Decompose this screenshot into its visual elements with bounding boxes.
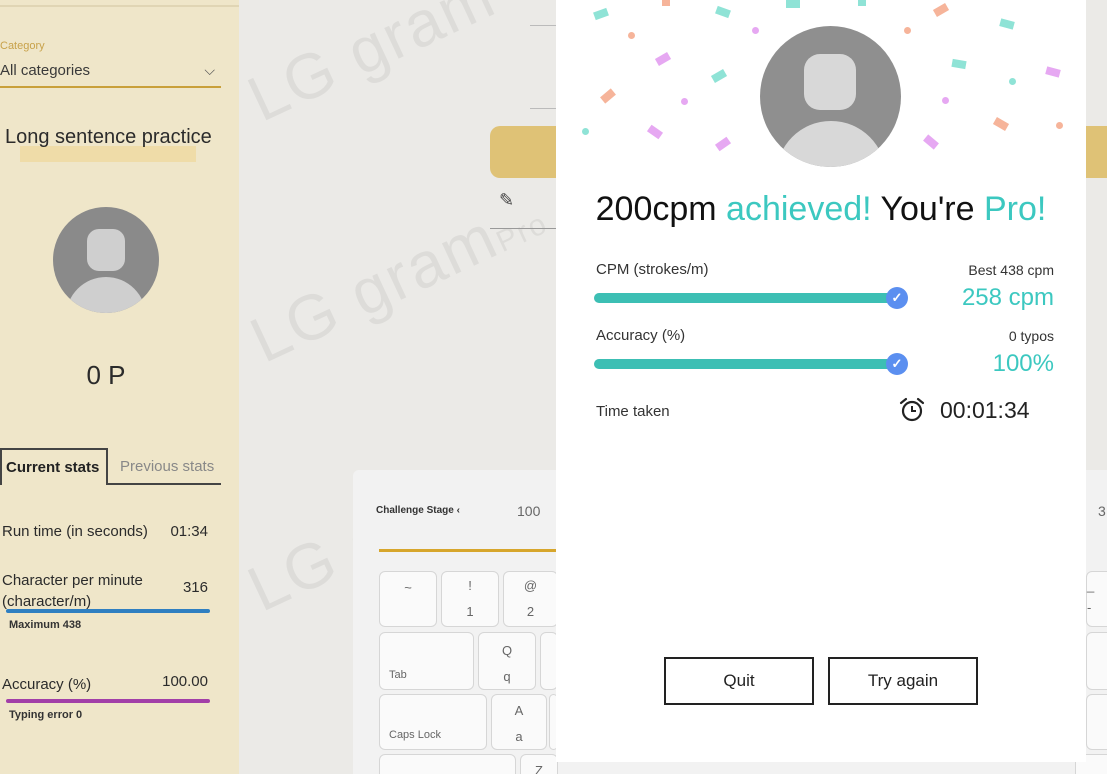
key-shift[interactable] <box>379 754 516 774</box>
stage-progress <box>379 549 559 552</box>
confetti-piece <box>752 27 759 34</box>
check-icon: ✓ <box>886 287 908 309</box>
confetti-piece <box>999 18 1015 30</box>
confetti-piece <box>582 128 589 135</box>
headline-achieved: achieved! <box>726 190 872 228</box>
cpm-progress-fill <box>594 293 894 303</box>
cpm-label: Character per minute (character/m) <box>2 572 143 610</box>
stage-value-right: 3 <box>1098 503 1106 519</box>
confetti-piece <box>714 136 732 152</box>
confetti-piece <box>710 69 728 83</box>
check-icon: ✓ <box>886 353 908 375</box>
cpm-label: CPM (strokes/m) <box>596 261 709 278</box>
stats-tabs: Current stats Previous stats <box>0 448 221 485</box>
stage-value: 100 <box>517 503 541 519</box>
confetti-piece <box>681 98 688 105</box>
key-q[interactable]: Qq <box>478 632 536 690</box>
alarm-clock-icon <box>899 397 925 422</box>
key-z[interactable]: Z <box>520 754 558 774</box>
accuracy-value: 100.00 <box>162 673 208 690</box>
confetti-piece <box>654 52 672 66</box>
key-caps-lock[interactable]: Caps Lock <box>379 694 487 750</box>
confetti-piece <box>923 134 939 150</box>
confetti-piece <box>1056 122 1063 129</box>
result-modal: 200cpm achieved! You're Pro! CPM (stroke… <box>556 0 1086 762</box>
confetti-piece <box>600 88 616 104</box>
category-select[interactable]: All categories ⌵ <box>0 58 221 88</box>
divider <box>490 228 560 229</box>
result-headline: 200cpm achieved! You're Pro! <box>556 190 1086 229</box>
avatar <box>760 26 901 167</box>
points-value: 0 P <box>86 360 126 390</box>
category-label: Category <box>0 40 45 52</box>
confetti-piece <box>858 0 866 6</box>
confetti-piece <box>715 5 731 19</box>
category-value: All categories <box>0 62 91 79</box>
run-time-value: 01:34 <box>170 523 208 540</box>
headline-youre: You're <box>880 190 975 228</box>
accuracy-label: Accuracy (%) <box>596 327 686 344</box>
typing-error: Typing error 0 <box>9 709 83 721</box>
confetti-piece <box>1009 78 1016 85</box>
chevron-left-icon: ‹ <box>456 505 460 516</box>
accuracy-typos: 0 typos <box>1008 328 1054 344</box>
divider <box>0 5 239 7</box>
key-dash[interactable]: _ - <box>1086 571 1107 627</box>
practice-title: Long sentence practice <box>5 126 212 148</box>
confetti-piece <box>932 3 950 17</box>
confetti-piece <box>786 0 800 8</box>
chevron-down-icon: ⌵ <box>204 62 215 78</box>
tab-previous-stats[interactable]: Previous stats <box>120 458 214 475</box>
confetti-piece <box>646 124 664 140</box>
confetti-piece <box>1045 66 1061 78</box>
accuracy-progress-fill <box>594 359 894 369</box>
confetti-piece <box>904 27 911 34</box>
time-taken-value: 00:01:34 <box>940 397 1030 423</box>
challenge-stage-label[interactable]: Challenge Stage ‹ <box>376 505 460 516</box>
run-time-label: Run time (in seconds) <box>2 523 148 540</box>
cpm-progress-bar <box>594 293 894 303</box>
cpm-value: 258 cpm <box>961 284 1054 311</box>
confetti-piece <box>942 97 949 104</box>
confetti-piece <box>951 58 967 70</box>
accuracy-label: Accuracy (%) <box>2 676 92 693</box>
confetti-piece <box>992 117 1010 131</box>
cpm-max: Maximum 438 <box>9 619 82 631</box>
confetti-piece <box>628 32 635 39</box>
headline-pro: Pro! <box>984 190 1047 228</box>
tab-current-stats[interactable]: Current stats <box>0 448 108 485</box>
start-button-edge <box>1086 126 1107 178</box>
cpm-value: 316 <box>182 579 208 596</box>
confetti-piece <box>593 7 609 21</box>
key-tab[interactable]: Tab <box>379 632 474 690</box>
confetti-piece <box>662 0 670 6</box>
avatar <box>53 207 159 313</box>
key-2[interactable]: @2 <box>503 571 558 627</box>
key-partial[interactable] <box>1086 632 1107 690</box>
quit-button[interactable]: Quit <box>664 657 814 705</box>
accuracy-bar <box>6 699 210 703</box>
cpm-best: Best 438 cpm <box>968 262 1054 278</box>
key-1[interactable]: ! 1 <box>441 571 499 627</box>
try-again-button[interactable]: Try again <box>828 657 978 705</box>
time-taken-label: Time taken <box>596 403 670 420</box>
key-tilde[interactable]: ~ <box>379 571 437 627</box>
sidebar: Category All categories ⌵ Long sentence … <box>0 0 239 774</box>
accuracy-value: 100% <box>992 350 1054 377</box>
cpm-bar <box>6 609 210 613</box>
watermark: LG gram <box>237 0 506 136</box>
pencil-icon[interactable]: ✎ <box>499 190 514 211</box>
accuracy-progress-bar <box>594 359 894 369</box>
headline-cpm: 200cpm <box>595 190 717 228</box>
key-partial[interactable] <box>1086 694 1107 750</box>
key-a[interactable]: Aa <box>491 694 547 750</box>
